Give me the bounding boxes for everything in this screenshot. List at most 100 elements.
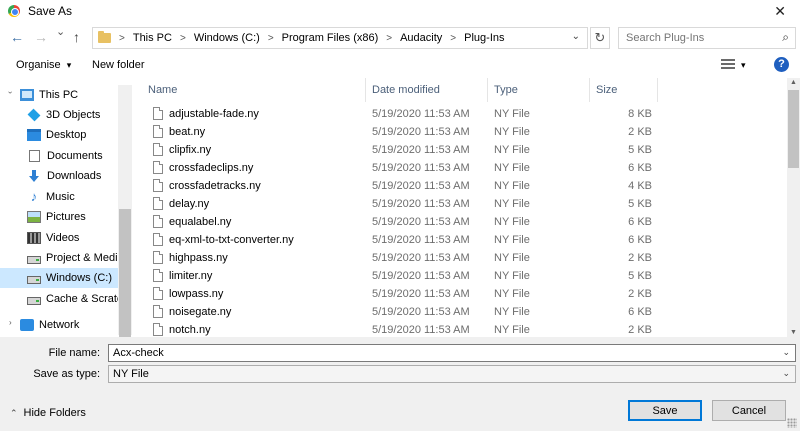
breadcrumb-separator: >: [450, 32, 457, 44]
sidebar-item-label: Videos: [46, 232, 80, 244]
refresh-icon[interactable]: ↻: [590, 27, 610, 49]
sidebar-item-cache-scratch[interactable]: Cache & Scratch: [0, 289, 118, 309]
organise-button[interactable]: Organise ▾: [16, 59, 71, 71]
breadcrumb-separator: >: [386, 32, 393, 44]
file-size: 4 KB: [628, 180, 652, 192]
forward-arrow-icon[interactable]: →: [34, 29, 48, 45]
new-folder-button[interactable]: New folder: [92, 59, 145, 71]
breadcrumb-plug-ins[interactable]: Plug-Ins: [464, 32, 504, 44]
sidebar-item-label: Network: [39, 319, 80, 331]
file-icon: [153, 125, 163, 138]
sidebar-item-this-pc[interactable]: › This PC: [0, 85, 118, 105]
breadcrumb-windows-c[interactable]: Windows (C:): [194, 32, 260, 44]
recent-locations-chevron-icon[interactable]: ⌄: [56, 25, 65, 38]
sidebar-item-pictures[interactable]: Pictures: [0, 207, 118, 227]
sidebar-item-desktop[interactable]: Desktop: [0, 125, 118, 145]
desktop-icon: [27, 129, 41, 141]
file-size: 6 KB: [628, 306, 652, 318]
file-list-scrollbar[interactable]: ▲ ▼: [787, 78, 800, 337]
scrollbar-thumb[interactable]: [788, 90, 799, 168]
file-size: 6 KB: [628, 234, 652, 246]
file-icon: [153, 305, 163, 318]
chevron-down-icon[interactable]: ›: [6, 91, 15, 94]
downloads-icon: [28, 170, 40, 182]
file-row[interactable]: highpass.ny 5/19/2020 11:53 AM NY File 2…: [136, 249, 787, 267]
file-type: NY File: [494, 216, 530, 228]
file-row[interactable]: notch.ny 5/19/2020 11:53 AM NY File 2 KB: [136, 321, 787, 337]
file-type: NY File: [494, 306, 530, 318]
folder-icon: [98, 31, 111, 43]
sidebar-item-downloads[interactable]: Downloads: [0, 166, 118, 186]
close-icon[interactable]: ✕: [774, 3, 786, 20]
scroll-up-icon[interactable]: ▲: [787, 79, 800, 86]
address-dropdown-icon[interactable]: ⌄: [572, 31, 580, 42]
search-input[interactable]: [619, 28, 769, 48]
file-row[interactable]: adjustable-fade.ny 5/19/2020 11:53 AM NY…: [136, 105, 787, 123]
sidebar-item-windows-c[interactable]: Windows (C:): [0, 268, 118, 288]
file-icon: [153, 323, 163, 336]
file-row[interactable]: beat.ny 5/19/2020 11:53 AM NY File 2 KB: [136, 123, 787, 141]
save-button[interactable]: Save: [628, 400, 702, 421]
file-row[interactable]: crossfadetracks.ny 5/19/2020 11:53 AM NY…: [136, 177, 787, 195]
file-row[interactable]: delay.ny 5/19/2020 11:53 AM NY File 5 KB: [136, 195, 787, 213]
file-date: 5/19/2020 11:53 AM: [372, 306, 470, 318]
file-row[interactable]: clipfix.ny 5/19/2020 11:53 AM NY File 5 …: [136, 141, 787, 159]
search-box[interactable]: ⌕: [618, 27, 796, 49]
sidebar-item-network[interactable]: › Network: [0, 315, 118, 335]
file-name-input[interactable]: [109, 345, 749, 361]
breadcrumb-audacity[interactable]: Audacity: [400, 32, 442, 44]
file-name: notch.ny: [169, 324, 211, 336]
file-row[interactable]: noisegate.ny 5/19/2020 11:53 AM NY File …: [136, 303, 787, 321]
hide-folders-button[interactable]: ⌃ Hide Folders: [10, 407, 86, 419]
save-as-type-select[interactable]: NY File ⌄: [108, 365, 796, 383]
drive-icon: [27, 256, 41, 264]
file-row[interactable]: equalabel.ny 5/19/2020 11:53 AM NY File …: [136, 213, 787, 231]
sidebar-item-label: Desktop: [46, 129, 87, 141]
file-type: NY File: [494, 234, 530, 246]
file-type: NY File: [494, 126, 530, 138]
help-icon[interactable]: ?: [774, 57, 789, 72]
pictures-icon: [27, 211, 41, 223]
breadcrumb-this-pc[interactable]: This PC: [133, 32, 172, 44]
sidebar-item-label: Pictures: [46, 211, 86, 223]
up-arrow-icon[interactable]: ↑: [73, 29, 80, 45]
breadcrumb-separator: >: [267, 32, 274, 44]
scroll-down-icon[interactable]: ▼: [787, 329, 800, 336]
column-header-size[interactable]: Size: [590, 78, 658, 102]
breadcrumb-program-files[interactable]: Program Files (x86): [282, 32, 379, 44]
chevron-right-icon[interactable]: ›: [9, 318, 12, 327]
file-type: NY File: [494, 288, 530, 300]
file-name: highpass.ny: [169, 252, 228, 264]
column-header-date[interactable]: Date modified: [366, 78, 488, 102]
file-type: NY File: [494, 270, 530, 282]
address-bar[interactable]: > This PC > Windows (C:) > Program Files…: [92, 27, 588, 49]
view-details-icon[interactable]: [721, 59, 735, 71]
sidebar-item-videos[interactable]: Videos: [0, 228, 118, 248]
resize-grip-icon[interactable]: [787, 418, 797, 428]
sidebar-item-music[interactable]: ♪ Music: [0, 187, 118, 207]
back-arrow-icon[interactable]: ←: [10, 29, 24, 45]
file-icon: [153, 251, 163, 264]
cancel-button[interactable]: Cancel: [712, 400, 786, 421]
file-row[interactable]: eq-xml-to-txt-converter.ny 5/19/2020 11:…: [136, 231, 787, 249]
chevron-down-icon[interactable]: ⌄: [782, 347, 790, 358]
view-options-chevron-icon[interactable]: ▾: [741, 60, 746, 71]
column-header-name[interactable]: Name: [142, 78, 366, 102]
sidebar-item-label: This PC: [39, 89, 79, 101]
scrollbar-thumb[interactable]: [119, 209, 131, 337]
file-name-combo[interactable]: ⌄: [108, 344, 796, 362]
sidebar-item-3d-objects[interactable]: 3D Objects: [0, 105, 118, 125]
file-size: 2 KB: [628, 288, 652, 300]
file-row[interactable]: lowpass.ny 5/19/2020 11:53 AM NY File 2 …: [136, 285, 787, 303]
sidebar-item-project-media[interactable]: Project & Media: [0, 248, 118, 268]
file-row[interactable]: limiter.ny 5/19/2020 11:53 AM NY File 5 …: [136, 267, 787, 285]
file-row[interactable]: crossfadeclips.ny 5/19/2020 11:53 AM NY …: [136, 159, 787, 177]
sidebar-item-label: Project & Media: [46, 252, 118, 264]
file-type: NY File: [494, 180, 530, 192]
sidebar-item-documents[interactable]: Documents: [0, 146, 118, 166]
search-icon[interactable]: ⌕: [782, 30, 789, 45]
sidebar-item-label: Downloads: [47, 170, 102, 182]
breadcrumb-separator: >: [119, 32, 125, 44]
navigation-pane-scrollbar[interactable]: [118, 85, 132, 337]
column-header-type[interactable]: Type: [488, 78, 590, 102]
